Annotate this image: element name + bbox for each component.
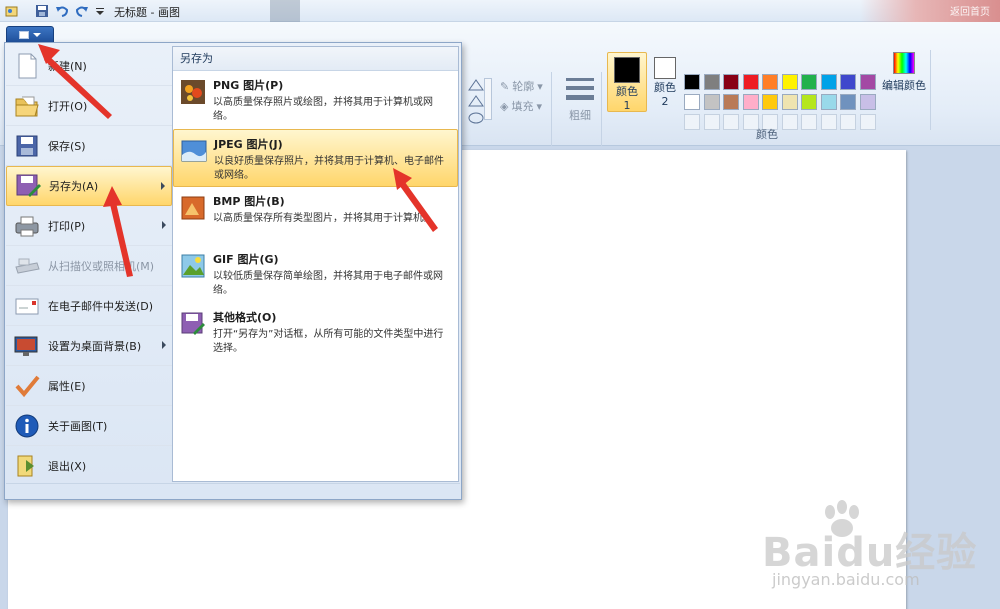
colors-group-label: 颜色: [756, 128, 778, 141]
menu-item-email[interactable]: 在电子邮件中发送(D): [6, 286, 172, 326]
menu-item-open[interactable]: 打开(O): [6, 86, 172, 126]
shapes-scroll[interactable]: [484, 78, 492, 120]
palette-swatch[interactable]: [723, 94, 739, 110]
new-file-icon: [12, 51, 42, 81]
menu-item-save-as[interactable]: 另存为(A): [6, 166, 172, 206]
undo-icon[interactable]: [54, 3, 70, 19]
save-icon[interactable]: [34, 3, 50, 19]
menu-item-exit[interactable]: 退出(X): [6, 446, 172, 486]
email-icon: [12, 291, 42, 321]
palette-empty-slot[interactable]: [820, 114, 837, 130]
palette-swatch[interactable]: [684, 74, 700, 90]
palette-swatch[interactable]: [859, 94, 876, 110]
scanner-icon: [12, 251, 42, 281]
palette-swatch[interactable]: [762, 94, 778, 110]
palette-swatch[interactable]: [781, 94, 798, 110]
palette-swatch[interactable]: [801, 74, 817, 90]
submenu-arrow-icon: [161, 182, 165, 190]
palette-swatch[interactable]: [742, 74, 759, 90]
bmp-image-icon: [180, 195, 206, 221]
palette-swatch[interactable]: [703, 74, 720, 90]
palette-swatch[interactable]: [859, 74, 876, 90]
rainbow-icon: [893, 52, 915, 74]
menu-item-save[interactable]: 保存(S): [6, 126, 172, 166]
menu-item-new[interactable]: 新建(N): [6, 46, 172, 86]
submenu-arrow-icon: [162, 221, 166, 229]
open-folder-icon: [12, 91, 42, 121]
fill-button[interactable]: ◈ 填充 ▾: [500, 98, 542, 114]
palette-empty-slot[interactable]: [703, 114, 720, 130]
palette-empty-slot[interactable]: [781, 114, 798, 130]
palette-swatch[interactable]: [820, 74, 837, 90]
palette-swatch[interactable]: [723, 74, 739, 90]
background-window-fragment-right: 返回首页: [860, 0, 1000, 22]
watermark-url: jingyan.baidu.com: [772, 570, 920, 589]
window-title: 无标题 - 画图: [114, 6, 180, 19]
paint-app-icon[interactable]: [4, 3, 20, 19]
palette-swatch[interactable]: [820, 94, 837, 110]
color1-swatch: [614, 57, 640, 83]
size-label: 粗细: [569, 109, 591, 122]
submenu-arrow-icon: [162, 341, 166, 349]
palette-empty-slot[interactable]: [840, 114, 856, 130]
app-menu-commands: 新建(N) 打开(O) 保存(S) 另存为(A) 打印(P) 从扫描仪或照相机(…: [6, 46, 172, 486]
color1-button[interactable]: 颜色 1: [607, 52, 647, 112]
palette-swatch[interactable]: [840, 74, 856, 90]
palette-swatch[interactable]: [762, 74, 778, 90]
save-as-icon: [13, 171, 43, 201]
brush-icon: ✎: [500, 79, 510, 93]
outline-button[interactable]: ✎ 轮廓 ▾: [500, 78, 543, 94]
info-icon: [12, 411, 42, 441]
palette-swatch[interactable]: [742, 94, 759, 110]
palette-swatch[interactable]: [781, 74, 798, 90]
title-bar: 无标题 - 画图 返回首页: [0, 0, 1000, 22]
fill-bucket-icon: ◈: [500, 99, 509, 113]
save-as-heading: 另存为: [173, 47, 458, 71]
save-as-panel: 另存为 PNG 图片(P) 以高质量保存照片或绘图，并将其用于计算机或网络。 J…: [172, 46, 459, 482]
save-as-other-formats-option[interactable]: 其他格式(O) 打开“另存为”对话框，从所有可能的文件类型中进行选择。: [173, 303, 458, 361]
exit-icon: [12, 451, 42, 481]
desktop-background-icon: [12, 331, 42, 361]
printer-icon: [12, 211, 42, 241]
redo-icon[interactable]: [74, 3, 90, 19]
background-window-text: 返回首页: [950, 7, 990, 18]
save-as-gif-option[interactable]: GIF 图片(G) 以较低质量保存简单绘图，并将其用于电子邮件或网络。: [173, 245, 458, 303]
palette-empty-slot[interactable]: [684, 114, 700, 130]
png-image-icon: [180, 79, 206, 105]
save-disk-icon: [12, 131, 42, 161]
save-as-bmp-option[interactable]: BMP 图片(B) 以高质量保存所有类型图片，并将其用于计算机。: [173, 187, 458, 245]
baidu-watermark: Baidu经验 jingyan.baidu.com: [762, 500, 992, 590]
edit-colors-button[interactable]: 编辑颜色: [878, 52, 930, 93]
palette-empty-slot[interactable]: [801, 114, 817, 130]
other-formats-icon: [180, 311, 206, 337]
chevron-down-icon: [33, 33, 41, 37]
customize-qat-icon[interactable]: [92, 3, 108, 19]
jpeg-image-icon: [181, 138, 207, 164]
palette-empty-slot[interactable]: [859, 114, 876, 130]
color2-swatch: [654, 57, 676, 79]
palette-swatch[interactable]: [840, 94, 856, 110]
color2-button[interactable]: 颜色 2: [648, 52, 682, 112]
menu-item-desktop-background[interactable]: 设置为桌面背景(B): [6, 326, 172, 366]
palette-swatch[interactable]: [703, 94, 720, 110]
gif-image-icon: [180, 253, 206, 279]
menu-item-properties[interactable]: 属性(E): [6, 366, 172, 406]
background-window-fragment: [270, 0, 300, 22]
save-as-png-option[interactable]: PNG 图片(P) 以高质量保存照片或绘图，并将其用于计算机或网络。: [173, 71, 458, 129]
save-as-jpeg-option[interactable]: JPEG 图片(J) 以良好质量保存照片，并将其用于计算机、电子邮件或网络。: [173, 129, 458, 187]
menu-page-icon: [19, 31, 29, 39]
menu-item-about[interactable]: 关于画图(T): [6, 406, 172, 446]
application-menu: 新建(N) 打开(O) 保存(S) 另存为(A) 打印(P) 从扫描仪或照相机(…: [4, 42, 462, 500]
checkmark-icon: [12, 371, 42, 401]
palette-swatch[interactable]: [801, 94, 817, 110]
menu-item-print[interactable]: 打印(P): [6, 206, 172, 246]
menu-item-scanner[interactable]: 从扫描仪或照相机(M): [6, 246, 172, 286]
palette-empty-slot[interactable]: [723, 114, 739, 130]
palette-swatch[interactable]: [684, 94, 700, 110]
app-menu-footer: [6, 483, 460, 497]
